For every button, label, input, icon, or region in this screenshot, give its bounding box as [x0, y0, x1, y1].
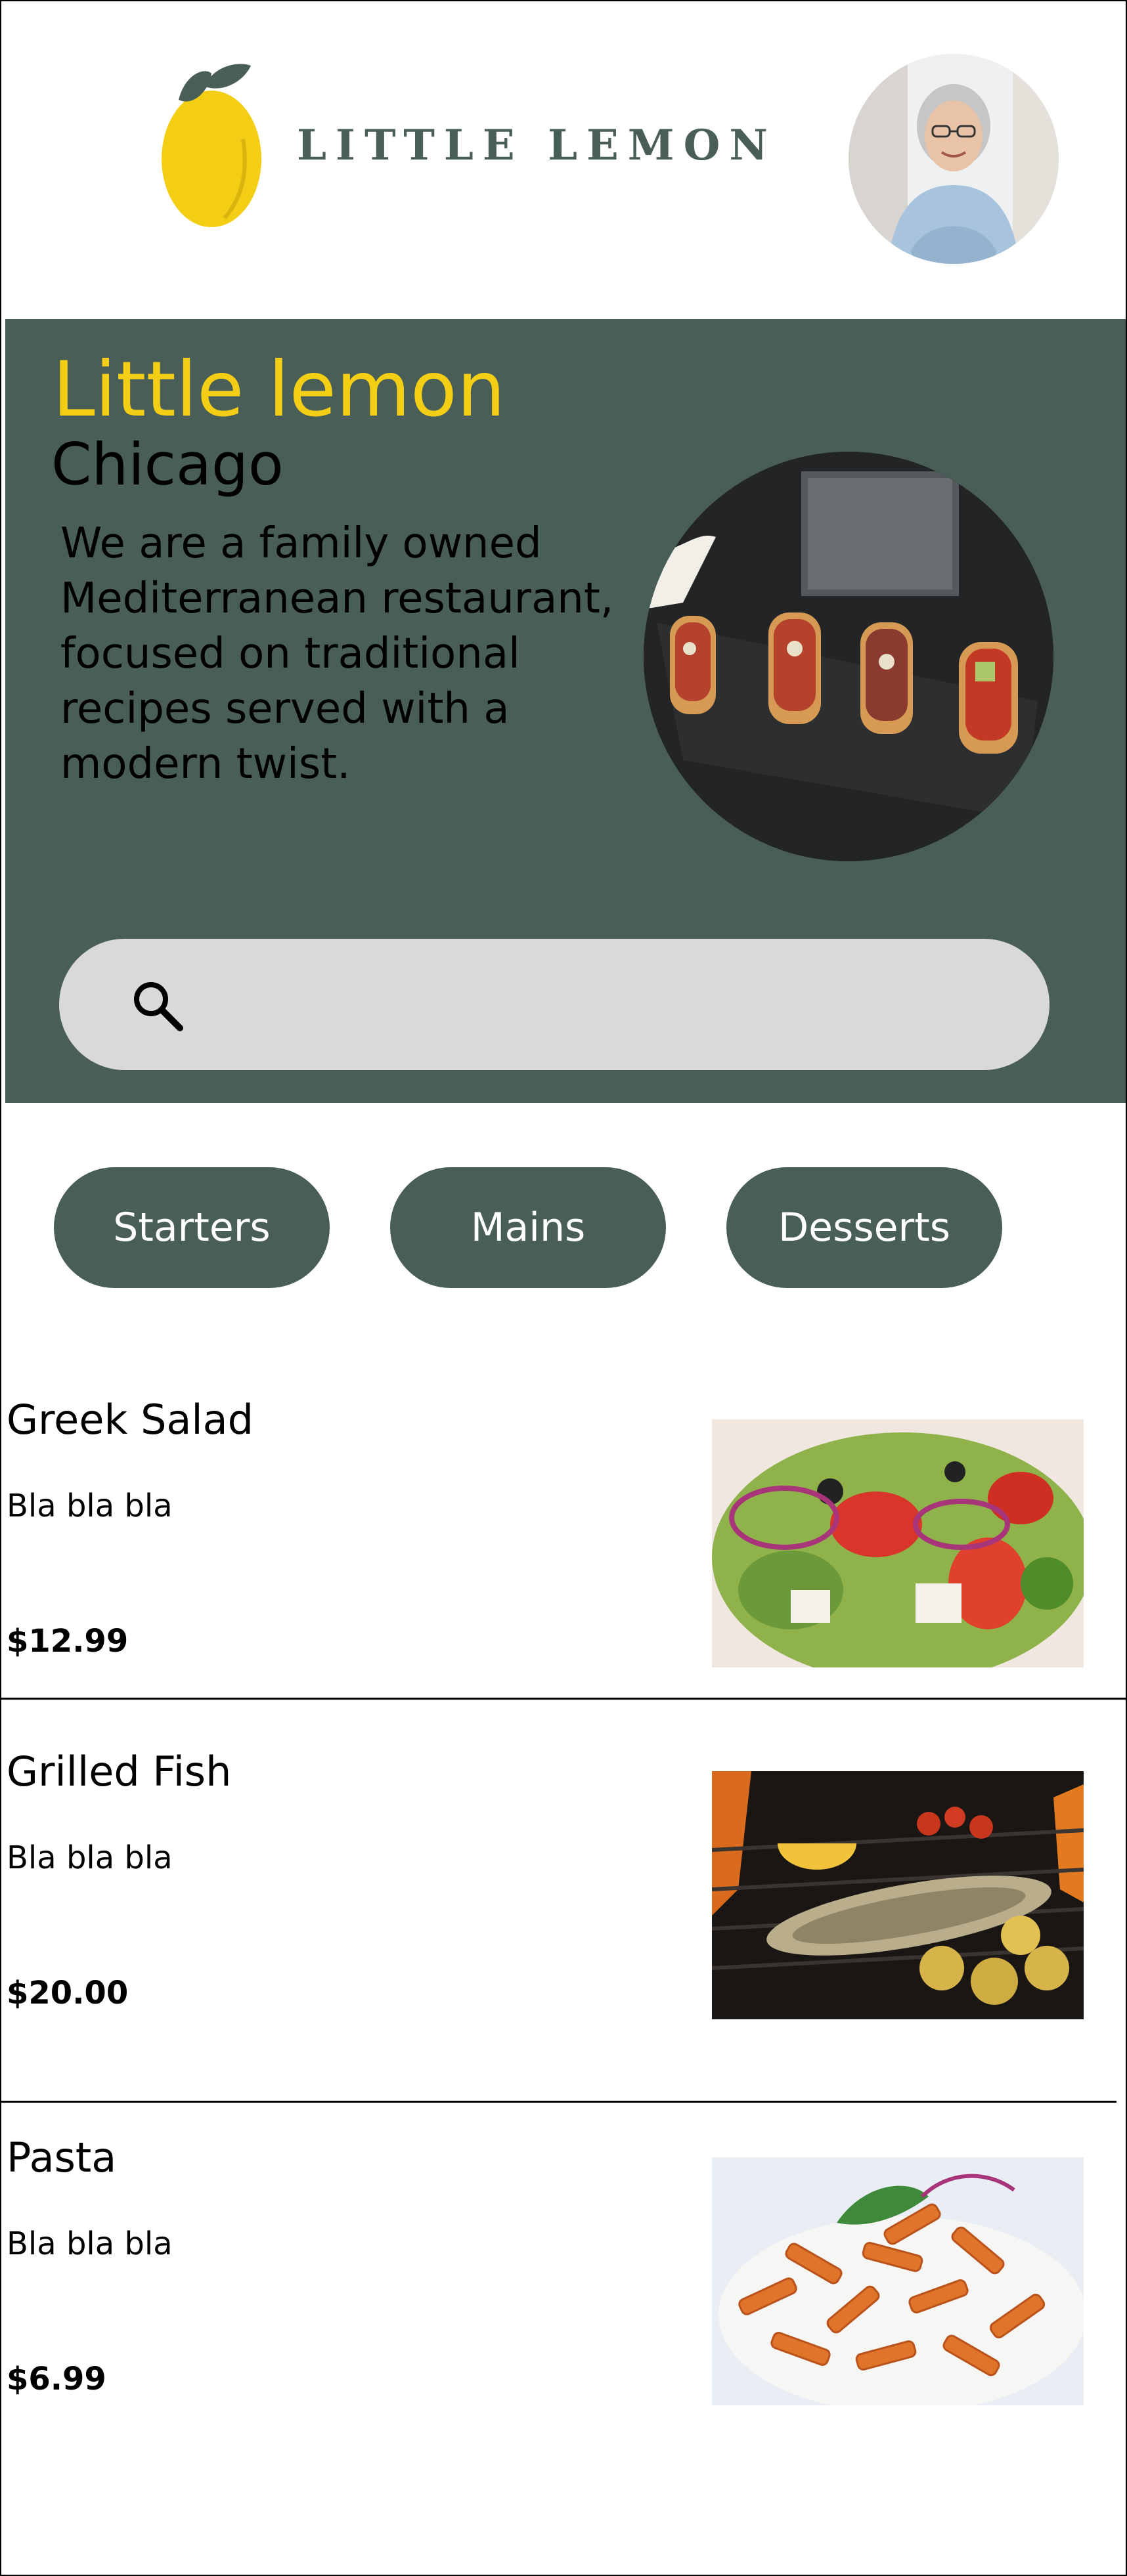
- menu-item-grilled-fish[interactable]: Grilled Fish Bla bla bla $20.00: [1, 1732, 1126, 2073]
- menu-item-price: $6.99: [7, 2361, 106, 2397]
- hero-description: We are a family owned Mediterranean rest…: [60, 519, 614, 788]
- menu-item-name: Grilled Fish: [7, 1748, 232, 1795]
- lemon-icon: [162, 64, 261, 227]
- user-profile-photo-icon: [849, 54, 1059, 264]
- logo-text: LITTLE LEMON: [297, 121, 777, 170]
- header: LITTLE LEMON: [1, 1, 1126, 316]
- greek-salad-photo-icon: [712, 1419, 1084, 1667]
- grilled-fish-photo-icon: [712, 1771, 1084, 2019]
- hero-image: [644, 452, 1053, 861]
- menu-item-price: $20.00: [7, 1975, 129, 2011]
- menu-item-pasta[interactable]: Pasta Bla bla bla $6.99: [1, 2118, 1126, 2459]
- menu-item-name: Pasta: [7, 2134, 117, 2181]
- category-mains-button[interactable]: Mains: [390, 1167, 666, 1288]
- pasta-photo: [712, 2157, 1084, 2405]
- hero-banner: Little lemon Chicago We are a family own…: [5, 319, 1126, 1103]
- menu-item-name: Greek Salad: [7, 1396, 254, 1444]
- hero-title: Little lemon: [53, 345, 506, 434]
- app-screen: LITTLE LEMON Little lemon Chicago We are…: [0, 0, 1127, 2576]
- grilled-fish-photo: [712, 1771, 1084, 2019]
- hero-subtitle: Chicago: [51, 431, 284, 498]
- pasta-photo-icon: [712, 2157, 1084, 2405]
- menu-item-description: Bla bla bla: [7, 1488, 173, 1524]
- category-starters-button[interactable]: Starters: [54, 1167, 330, 1288]
- divider: [1, 1698, 1126, 1700]
- menu-item-description: Bla bla bla: [7, 2225, 173, 2262]
- menu-item-description: Bla bla bla: [7, 1839, 173, 1876]
- menu-item-price: $12.99: [7, 1623, 129, 1660]
- search-input[interactable]: [59, 939, 1050, 1070]
- divider: [1, 2101, 1116, 2103]
- menu-item-greek-salad[interactable]: Greek Salad Bla bla bla $12.99: [1, 1380, 1126, 1721]
- search-icon[interactable]: [130, 978, 185, 1033]
- greek-salad-photo: [712, 1419, 1084, 1667]
- avatar[interactable]: [849, 54, 1059, 264]
- bruschetta-photo-icon: [644, 452, 1053, 861]
- category-desserts-button[interactable]: Desserts: [726, 1167, 1002, 1288]
- logo[interactable]: LITTLE LEMON: [159, 60, 789, 231]
